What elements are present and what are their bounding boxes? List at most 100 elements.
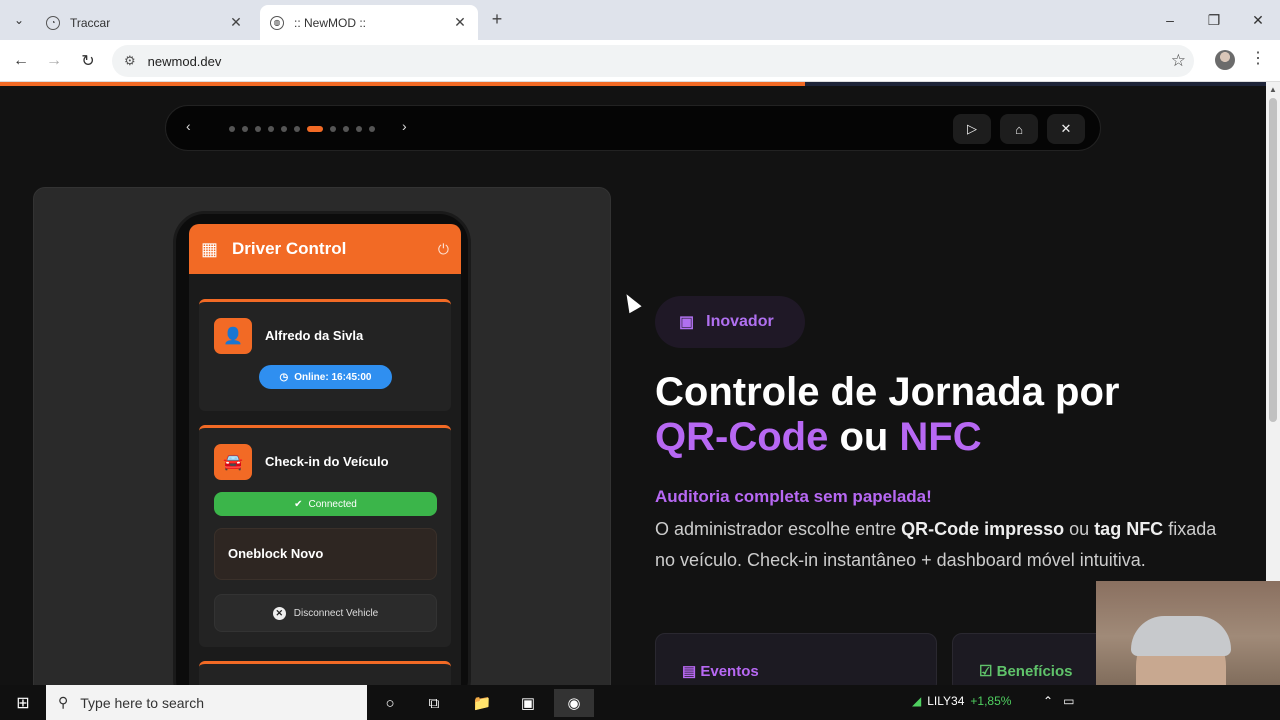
new-tab-button[interactable]: + xyxy=(486,9,508,30)
restore-button[interactable]: ❐ xyxy=(1192,0,1236,40)
badge-label: Inovador xyxy=(706,313,774,330)
checkbox-icon: ☑ xyxy=(979,663,993,680)
progress-track xyxy=(0,82,1266,86)
slide-dot[interactable] xyxy=(268,126,274,132)
check-circle-icon: ✔ xyxy=(294,498,303,510)
stock-change: +1,85% xyxy=(970,694,1012,708)
progress-bar xyxy=(0,82,806,86)
clock-icon: ◷ xyxy=(279,371,289,383)
slide-dot[interactable] xyxy=(369,126,375,132)
tab-title: :: NewMOD :: xyxy=(294,15,367,30)
url-text: newmod.dev xyxy=(147,53,222,69)
search-icon: ⚲ xyxy=(58,694,69,710)
checkin-card: 🚘 Check-in do Veículo ✔ Connected Oneblo… xyxy=(199,425,451,647)
headline-nfc: NFC xyxy=(899,415,982,459)
system-tray: ⌃ ▭ xyxy=(1043,694,1074,708)
headline-qrcode: QR-Code xyxy=(655,415,829,459)
close-tab-icon[interactable]: ✕ xyxy=(228,14,244,31)
globe-favicon-icon: ◍ xyxy=(270,15,284,30)
slide-dot[interactable] xyxy=(255,126,261,132)
bookmark-star-icon[interactable]: ☆ xyxy=(1171,51,1186,71)
benefits-label: Benefícios xyxy=(996,663,1073,680)
slide-dots xyxy=(229,126,375,132)
slide-dot[interactable] xyxy=(343,126,349,132)
browser-toolbar: ← → ↻ ⚙ newmod.dev ☆ ⋮ xyxy=(0,40,1280,82)
user-icon: 👤 xyxy=(214,318,252,354)
car-icon: 🚘 xyxy=(214,444,252,480)
tab-newmod[interactable]: ◍ :: NewMOD :: ✕ xyxy=(260,5,478,40)
chrome-icon[interactable]: ◉ xyxy=(554,689,594,717)
tab-traccar[interactable]: ◔ Traccar ✕ xyxy=(36,5,254,40)
profile-avatar[interactable] xyxy=(1215,50,1235,70)
task-view-icon[interactable]: ⧉ xyxy=(414,689,454,717)
forward-arrow-icon[interactable]: → xyxy=(41,48,67,74)
browser-menu-icon[interactable]: ⋮ xyxy=(1250,48,1266,68)
tab-strip: ⌄ ◔ Traccar ✕ ◍ :: NewMOD :: ✕ + – ❐ ✕ xyxy=(0,0,1280,40)
connected-status-badge: ✔ Connected xyxy=(214,492,437,516)
reload-icon[interactable]: ↻ xyxy=(75,48,101,74)
disconnect-vehicle-button[interactable]: ✕ Disconnect Vehicle xyxy=(214,594,437,632)
cortana-circle-icon[interactable]: ○ xyxy=(370,689,410,717)
slide-dot[interactable] xyxy=(229,126,235,132)
online-status-badge: ◷ Online: 16:45:00 xyxy=(259,365,392,389)
windows-start-icon[interactable]: ⊞ xyxy=(0,685,46,720)
slide-dot-active[interactable] xyxy=(307,126,323,132)
connected-label: Connected xyxy=(308,498,357,510)
slide-dot[interactable] xyxy=(356,126,362,132)
stock-trend-icon: ◢ xyxy=(912,694,922,708)
events-label: Eventos xyxy=(700,663,759,680)
store-app-icon[interactable]: ▣ xyxy=(508,689,548,717)
desc-bold: tag NFC xyxy=(1094,519,1164,539)
benefits-card: ☑ Benefícios xyxy=(952,633,1112,685)
prev-slide-icon[interactable]: ‹ xyxy=(186,118,191,134)
innovator-badge: ▣ Inovador xyxy=(655,296,805,348)
home-icon[interactable]: ⌂ xyxy=(1000,114,1038,144)
taskbar-search-input[interactable]: ⚲ Type here to search xyxy=(46,685,367,720)
file-explorer-icon[interactable]: 📁 xyxy=(462,689,502,717)
address-bar[interactable]: ⚙ newmod.dev ☆ xyxy=(112,45,1194,77)
scroll-up-icon[interactable]: ▲ xyxy=(1269,85,1277,94)
scrollbar-thumb[interactable] xyxy=(1269,98,1277,422)
close-tab-icon[interactable]: ✕ xyxy=(452,14,468,31)
phone-mockup: ▦ Driver Control ⏻ 👤 Alfredo da Sivla ◷ … xyxy=(173,211,471,685)
power-icon[interactable]: ⏻ xyxy=(438,241,449,258)
headline-line1: Controle de Jornada por xyxy=(655,370,1120,414)
traccar-favicon-icon: ◔ xyxy=(46,15,60,30)
presenter-cap xyxy=(1131,616,1231,656)
driver-name: Alfredo da Sivla xyxy=(265,328,364,343)
slide-dot[interactable] xyxy=(242,126,248,132)
events-card: ▤ Eventos xyxy=(655,633,937,685)
qr-code-icon: ▣ xyxy=(679,314,695,331)
desc-bold: QR-Code impresso xyxy=(901,519,1065,539)
window-controls: – ❐ ✕ xyxy=(1148,0,1280,40)
site-info-icon[interactable]: ⚙ xyxy=(124,53,136,69)
next-slide-icon[interactable]: › xyxy=(402,118,407,134)
tab-search-button[interactable]: ⌄ xyxy=(6,7,32,33)
slide-dot[interactable] xyxy=(330,126,336,132)
next-card xyxy=(199,661,451,685)
minimize-button[interactable]: – xyxy=(1148,0,1192,40)
slide-dot[interactable] xyxy=(294,126,300,132)
disconnect-label: Disconnect Vehicle xyxy=(293,607,379,619)
chevron-up-icon[interactable]: ⌃ xyxy=(1043,694,1053,708)
search-placeholder: Type here to search xyxy=(80,694,205,711)
page-viewport: ‹ › ▷ ⌂ ✕ ▦ Driver Control ⏻ 👤 Alfredo d… xyxy=(0,82,1266,685)
stock-widget[interactable]: ◢ LILY34 +1,85% xyxy=(912,694,1011,708)
app-header: ▦ Driver Control ⏻ xyxy=(189,224,461,274)
vehicle-name: Oneblock Novo xyxy=(214,528,437,580)
stock-symbol: LILY34 xyxy=(927,694,965,708)
back-arrow-icon[interactable]: ← xyxy=(8,48,34,74)
x-circle-icon: ✕ xyxy=(272,606,286,620)
close-window-button[interactable]: ✕ xyxy=(1236,0,1280,40)
subheadline: Auditoria completa sem papelada! xyxy=(655,487,932,506)
app-body: 👤 Alfredo da Sivla ◷ Online: 16:45:00 🚘 … xyxy=(189,274,461,685)
description: O administrador escolhe entre QR-Code im… xyxy=(655,514,1225,575)
driver-card: 👤 Alfredo da Sivla ◷ Online: 16:45:00 xyxy=(199,299,451,411)
network-icon[interactable]: ▭ xyxy=(1063,694,1074,708)
document-icon: ▤ xyxy=(682,663,697,680)
play-icon[interactable]: ▷ xyxy=(953,114,991,144)
slide-dot[interactable] xyxy=(281,126,287,132)
close-icon[interactable]: ✕ xyxy=(1047,114,1085,144)
desc-part: O administrador escolhe entre xyxy=(655,519,902,539)
page-title: Controle de Jornada por QR-Code ou NFC xyxy=(655,370,1255,460)
